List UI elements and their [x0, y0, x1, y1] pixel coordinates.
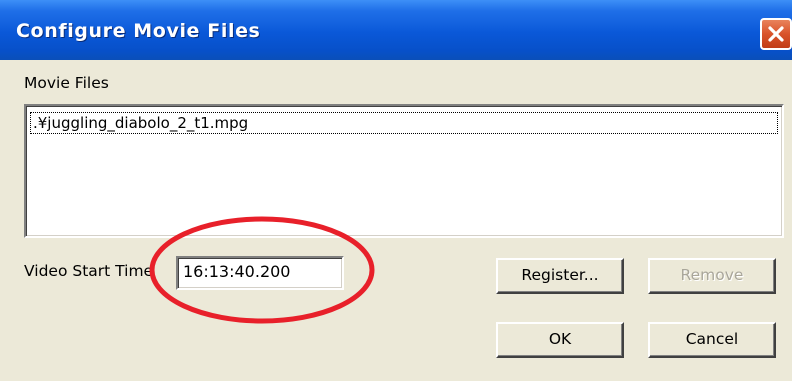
close-icon — [768, 26, 784, 42]
title-bar[interactable]: Configure Movie Files — [0, 0, 792, 60]
configure-movie-files-dialog: Configure Movie Files Movie Files .¥jugg… — [0, 0, 792, 381]
remove-button[interactable]: Remove — [648, 258, 776, 294]
close-button[interactable] — [760, 18, 792, 50]
list-item[interactable]: .¥juggling_diabolo_2_t1.mpg — [30, 112, 778, 134]
movie-files-list[interactable]: .¥juggling_diabolo_2_t1.mpg — [24, 104, 784, 238]
register-button[interactable]: Register... — [496, 258, 624, 294]
video-start-time-label: Video Start Time — [24, 262, 154, 280]
video-start-time-input[interactable]: 16:13:40.200 — [176, 256, 344, 290]
window-title: Configure Movie Files — [16, 20, 261, 42]
ok-button[interactable]: OK — [496, 322, 624, 358]
movie-files-label: Movie Files — [24, 74, 109, 92]
cancel-button[interactable]: Cancel — [648, 322, 776, 358]
